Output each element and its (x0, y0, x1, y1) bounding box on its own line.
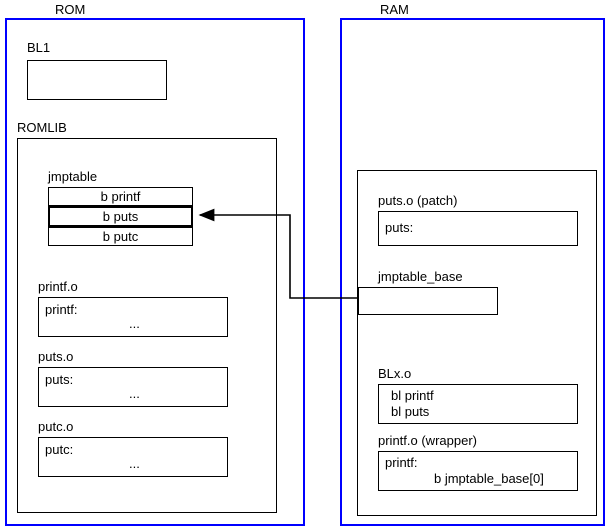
romlib-label: ROMLIB (17, 120, 67, 135)
blx-o-line2: bl puts (391, 404, 429, 419)
puts-body: ... (129, 386, 140, 401)
blx-box: puts.o (patch) puts: jmptable_base BLx.o… (357, 170, 597, 516)
puts-entry: puts: (45, 372, 73, 387)
printf-wrapper-box: printf: b jmptable_base[0] (378, 451, 578, 491)
romlib-box: jmptable b printf b puts b putc printf.o… (17, 138, 277, 513)
putc-box: putc: ... (38, 437, 228, 477)
putc-body: ... (129, 456, 140, 471)
bl1-box (27, 60, 167, 100)
printf-entry: printf: (45, 302, 78, 317)
puts-patch-entry: puts: (385, 220, 413, 235)
ram-region: BLx puts.o (patch) puts: jmptable_base B… (340, 18, 605, 526)
printf-body: ... (129, 316, 140, 331)
printf-box: printf: ... (38, 297, 228, 337)
jmptable-row-puts: b puts (48, 206, 193, 227)
printf-wrapper-file-label: printf.o (wrapper) (378, 433, 477, 448)
jmptable-row-printf: b printf (48, 187, 193, 206)
blx-o-line1: bl printf (391, 388, 434, 403)
rom-region: BL1 ROMLIB jmptable b printf b puts b pu… (5, 18, 305, 526)
putc-entry: putc: (45, 442, 73, 457)
putc-file-label: putc.o (38, 419, 73, 434)
puts-file-label: puts.o (38, 349, 73, 364)
jmptable: b printf b puts b putc (48, 187, 193, 246)
printf-wrapper-entry: printf: (385, 455, 418, 470)
jmptable-label: jmptable (48, 169, 97, 184)
jmptable-base-label: jmptable_base (378, 269, 463, 284)
puts-patch-box: puts: (378, 211, 578, 246)
puts-box: puts: ... (38, 367, 228, 407)
rom-label: ROM (55, 2, 85, 17)
jmptable-base-box (358, 287, 498, 315)
blx-o-box: bl printf bl puts (378, 384, 578, 424)
blx-o-file-label: BLx.o (378, 366, 411, 381)
jmptable-row-putc: b putc (48, 227, 193, 246)
ram-label: RAM (380, 2, 409, 17)
bl1-label: BL1 (27, 40, 50, 55)
printf-file-label: printf.o (38, 279, 78, 294)
printf-wrapper-body: b jmptable_base[0] (434, 471, 544, 486)
puts-patch-file-label: puts.o (patch) (378, 193, 458, 208)
